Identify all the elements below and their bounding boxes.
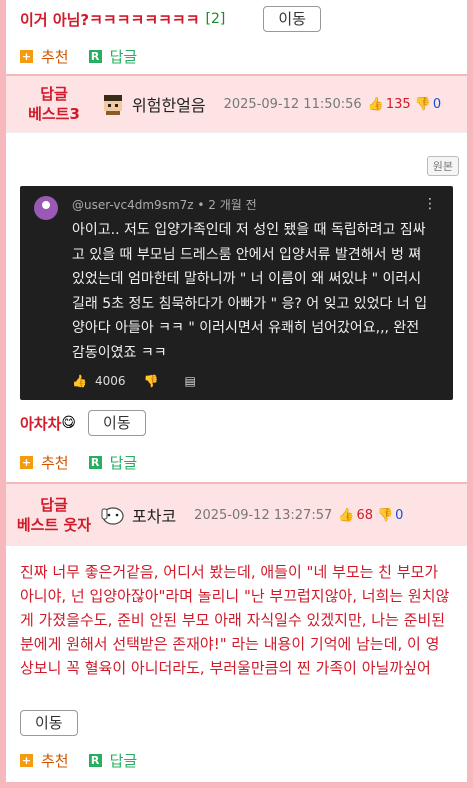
reply-button[interactable]: 답글: [110, 452, 138, 473]
like-icon[interactable]: 👍: [368, 97, 384, 112]
comment-text: 진짜 너무 좋은거같음, 어디서 봤는데, 애들이 "네 부모는 친 부모가 아…: [20, 563, 450, 677]
comment-date: 2025-09-12 11:50:56: [223, 96, 362, 112]
badge-line: 답글: [40, 85, 68, 103]
recommend-button[interactable]: 추천: [41, 452, 69, 473]
yt-text: 아이고.. 저도 입양가족인데 저 성인 됐을 때 독립하려고 짐싸고 있을 때…: [72, 222, 428, 361]
yt-avatar: [34, 196, 58, 220]
yt-user: @user-vc4dm9sm7z: [72, 198, 194, 212]
move-button[interactable]: 이동: [88, 410, 146, 436]
comment-header: 답글 베스트 웃자 포차코 2025-09-12 13:27:57 👍 68 👎…: [6, 484, 467, 546]
yt-actions: 👍 4006 👎 ▤: [72, 374, 196, 388]
like-count: 135: [385, 96, 411, 112]
plus-icon: +: [20, 456, 33, 469]
plus-icon: +: [20, 754, 33, 767]
yt-likes: 4006: [94, 374, 126, 388]
reply-icon: R: [88, 50, 102, 63]
comment-actions: + 추천 R 답글: [20, 750, 137, 771]
thumbs-down-icon: 👎: [143, 374, 159, 388]
move-button[interactable]: 이동: [20, 710, 78, 736]
best-badge: 답글 베스트3: [14, 84, 94, 124]
badge-line: 베스트 웃자: [16, 516, 92, 534]
move-button[interactable]: 이동: [263, 6, 321, 32]
user-avatar-icon: [104, 95, 122, 115]
comment-actions: + 추천 R 답글: [20, 452, 137, 473]
yt-user-line: @user-vc4dm9sm7z • 2 개월 전: [72, 196, 257, 213]
reply-bubble-icon: ▤: [184, 374, 196, 388]
comment-header: 답글 베스트3 위험한얼음 2025-09-12 11:50:56 👍 135 …: [6, 76, 467, 132]
like-icon[interactable]: 👍: [338, 508, 354, 523]
emoji-icon: 😋: [61, 415, 77, 431]
reply-button[interactable]: 답글: [110, 750, 138, 771]
original-button[interactable]: 원본: [426, 156, 459, 176]
comment-date: 2025-09-12 13:27:57: [194, 507, 333, 523]
author-name[interactable]: 포차코: [132, 503, 176, 527]
comment-actions: + 추천 R 답글: [20, 46, 137, 67]
dislike-icon[interactable]: 👎: [415, 97, 431, 112]
top-comment-line: 이거 아님?ㅋㅋㅋㅋㅋㅋㅋㅋ [2] 이동: [20, 6, 321, 32]
comment-thread: 이거 아님?ㅋㅋㅋㅋㅋㅋㅋㅋ [2] 이동 + 추천 R 답글 답글 베스트3 …: [0, 0, 473, 788]
dislike-count: 0: [395, 507, 404, 523]
reply-button[interactable]: 답글: [110, 46, 138, 67]
author-name[interactable]: 위험한얼음: [132, 92, 206, 116]
youtube-comment-image: @user-vc4dm9sm7z • 2 개월 전 ⋮ 아이고.. 저도 입양가…: [20, 186, 453, 400]
best-badge: 답글 베스트 웃자: [14, 495, 94, 535]
like-count: 68: [356, 507, 373, 523]
reply-count[interactable]: [2]: [206, 11, 226, 27]
user-avatar-icon: [101, 507, 124, 525]
recommend-button[interactable]: 추천: [41, 750, 69, 771]
divider: [6, 132, 467, 133]
yt-time: • 2 개월 전: [197, 198, 257, 212]
recommend-button[interactable]: 추천: [41, 46, 69, 67]
thumbs-up-icon: 👍: [72, 374, 87, 388]
dislike-icon[interactable]: 👎: [377, 508, 393, 523]
plus-icon: +: [20, 50, 33, 63]
more-icon: ⋮: [423, 196, 437, 212]
badge-line: 베스트3: [28, 105, 80, 123]
dislike-count: 0: [432, 96, 442, 112]
comment-body: 아차차 😋 이동: [20, 410, 146, 436]
top-comment-text: 이거 아님?ㅋㅋㅋㅋㅋㅋㅋㅋ: [20, 10, 200, 29]
badge-line: 답글: [40, 496, 68, 514]
comment-text: 아차차: [20, 414, 62, 433]
reply-icon: R: [88, 754, 102, 767]
reply-icon: R: [88, 456, 102, 469]
